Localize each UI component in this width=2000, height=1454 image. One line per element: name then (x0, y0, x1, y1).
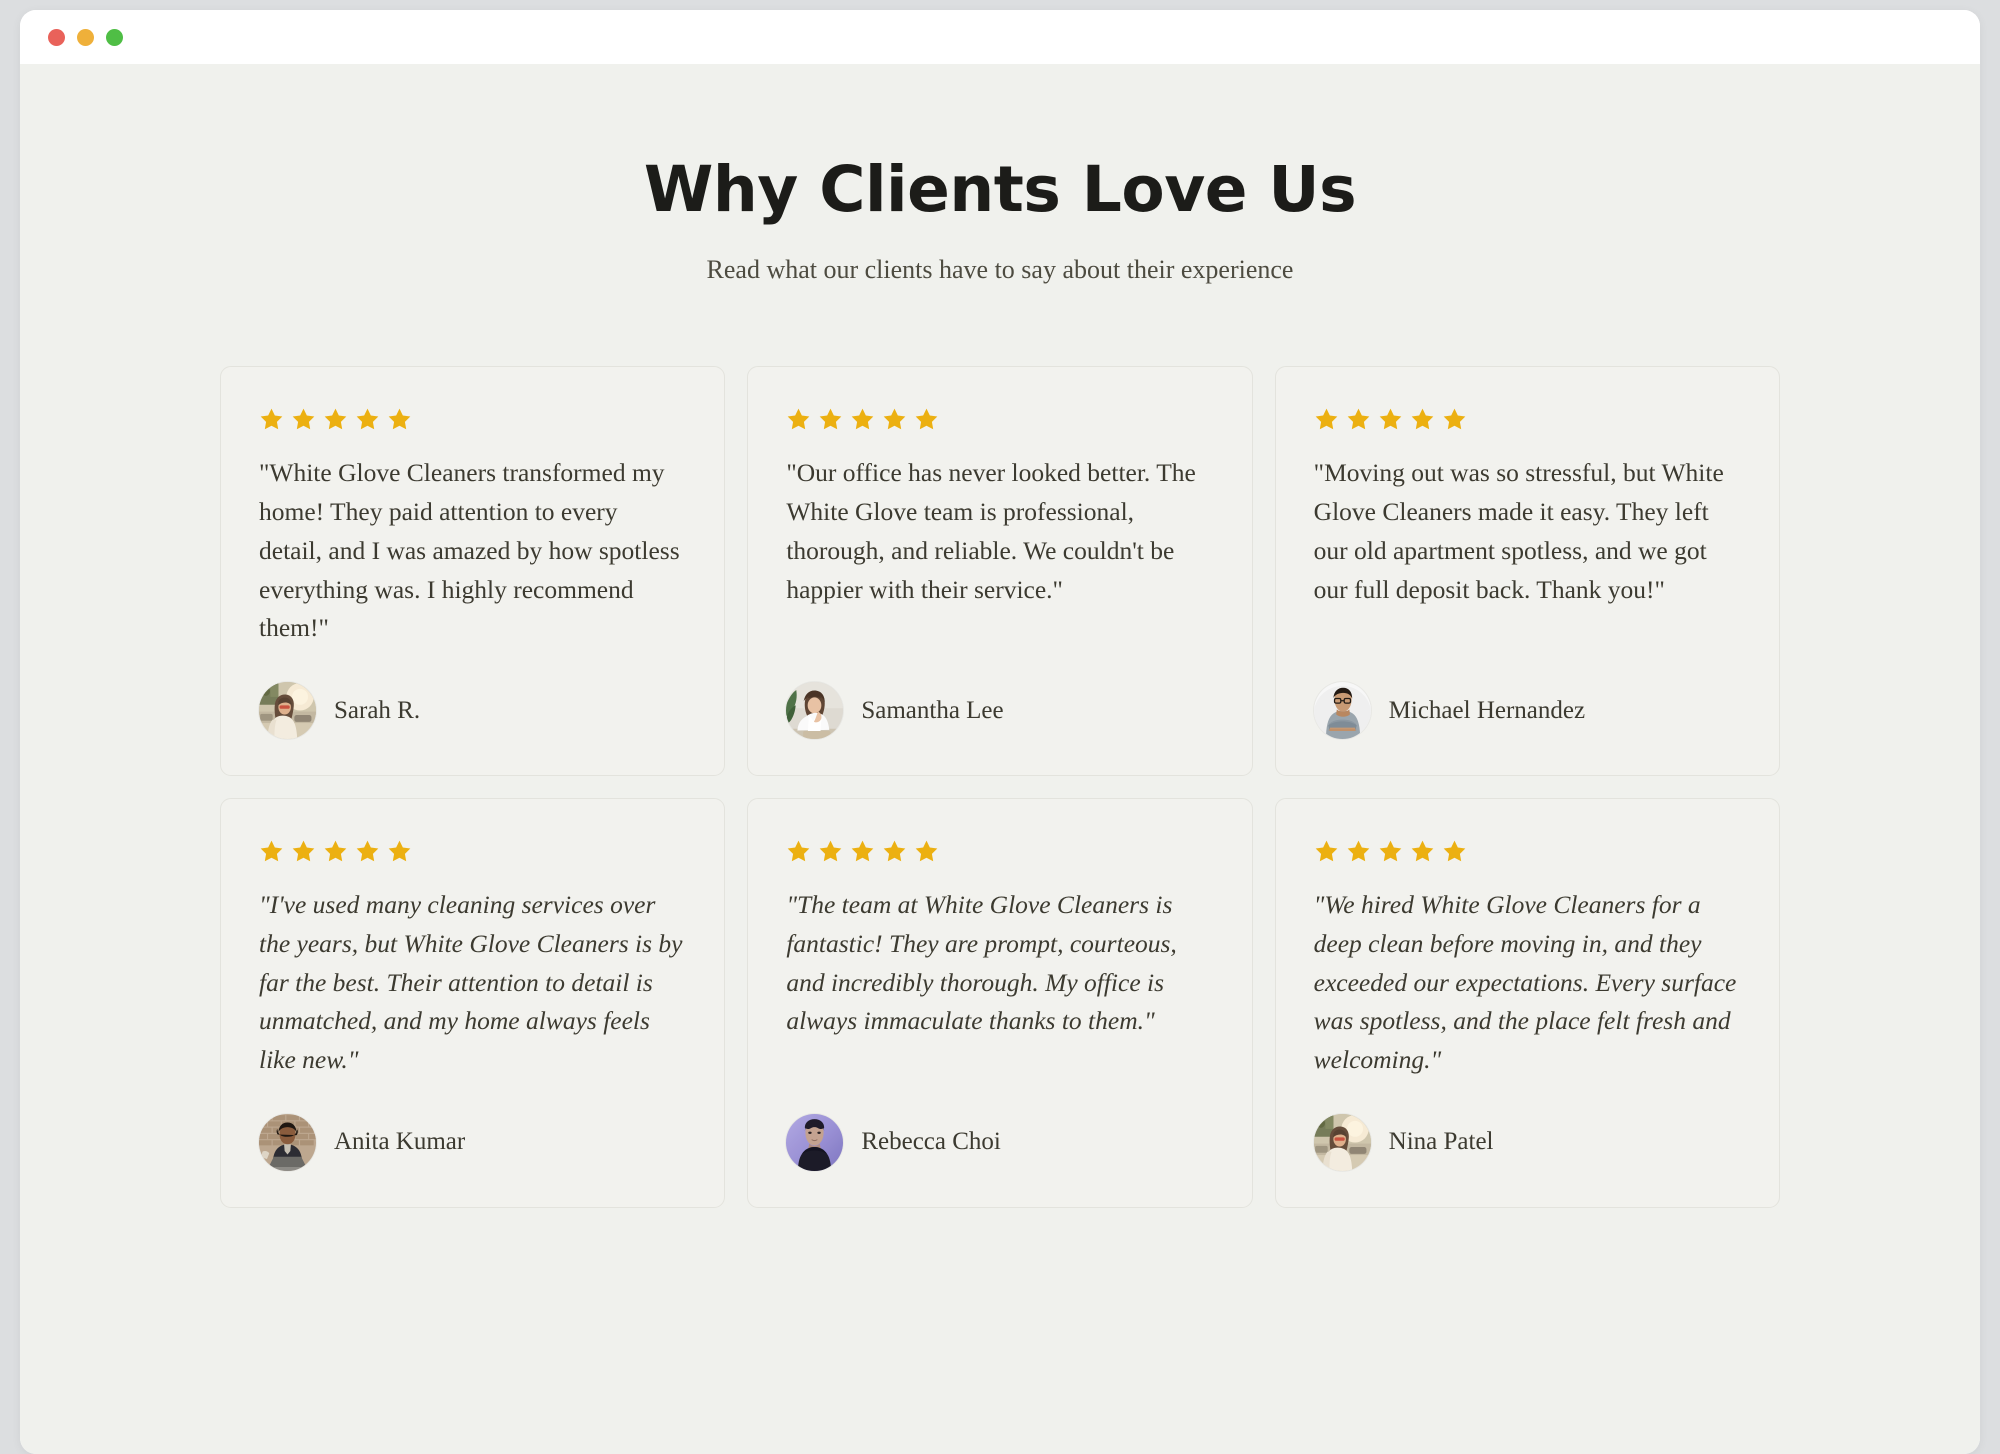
author-name: Samantha Lee (861, 696, 1004, 724)
author-name: Anita Kumar (334, 1128, 466, 1156)
star-icon (1346, 839, 1371, 864)
testimonial-quote: "White Glove Cleaners transformed my hom… (259, 458, 680, 643)
author-name: Nina Patel (1388, 1128, 1494, 1156)
testimonial-quote: "We hired White Glove Cleaners for a dee… (1313, 890, 1737, 1075)
testimonial-author: Rebecca Choi (786, 1100, 1213, 1171)
star-icon (259, 407, 284, 432)
rating-stars (259, 407, 686, 432)
rating-stars (786, 407, 1213, 432)
star-icon (1314, 839, 1339, 864)
author-name: Michael Hernandez (1388, 696, 1586, 724)
star-icon (850, 407, 875, 432)
testimonials-grid: "White Glove Cleaners transformed my hom… (220, 366, 1780, 1208)
testimonial-quote: "Moving out was so stressful, but White … (1313, 458, 1724, 604)
testimonial-card: "White Glove Cleaners transformed my hom… (220, 366, 726, 777)
testimonial-author: Sarah R. (259, 668, 686, 740)
testimonial-card: "We hired White Glove Cleaners for a dee… (1274, 798, 1780, 1208)
star-icon (291, 839, 316, 864)
star-icon (818, 407, 843, 432)
star-icon (914, 839, 939, 864)
star-icon (355, 839, 380, 864)
testimonial-author: Anita Kumar (259, 1100, 686, 1171)
rating-stars (786, 839, 1213, 864)
rating-stars (1314, 839, 1741, 864)
avatar (1313, 682, 1371, 740)
star-icon (914, 407, 939, 432)
star-icon (1410, 407, 1435, 432)
avatar (1313, 1113, 1371, 1171)
star-icon (259, 839, 284, 864)
star-icon (850, 839, 875, 864)
star-icon (818, 839, 843, 864)
star-icon (323, 839, 348, 864)
testimonial-quote: "The team at White Glove Cleaners is fan… (786, 890, 1177, 1036)
testimonial-author: Samantha Lee (786, 668, 1213, 740)
author-name: Sarah R. (334, 696, 421, 724)
star-icon (355, 407, 380, 432)
star-icon (882, 839, 907, 864)
browser-titlebar (20, 10, 1980, 64)
rating-stars (259, 839, 686, 864)
star-icon (882, 407, 907, 432)
testimonial-card: "I've used many cleaning services over t… (220, 798, 726, 1208)
star-icon (291, 407, 316, 432)
testimonial-card: "The team at White Glove Cleaners is fan… (747, 798, 1253, 1208)
testimonial-quote: "I've used many cleaning services over t… (259, 890, 683, 1075)
avatar (786, 1113, 844, 1171)
avatar (259, 1113, 316, 1171)
star-icon (323, 407, 348, 432)
testimonial-card: "Moving out was so stressful, but White … (1274, 366, 1780, 777)
star-icon (1442, 407, 1467, 432)
page-viewport[interactable]: Why Clients Love Us Read what our client… (20, 64, 1980, 1454)
page-title: Why Clients Love Us (643, 153, 1357, 226)
star-icon (1314, 407, 1339, 432)
author-name: Rebecca Choi (861, 1128, 1001, 1156)
star-icon (786, 407, 811, 432)
maximize-window-button[interactable] (106, 28, 123, 46)
avatar (259, 682, 316, 740)
testimonial-author: Michael Hernandez (1313, 668, 1741, 740)
rating-stars (1314, 407, 1741, 432)
star-icon (387, 407, 412, 432)
browser-window: Why Clients Love Us Read what our client… (20, 10, 1980, 1454)
star-icon (1410, 839, 1435, 864)
star-icon (1346, 407, 1371, 432)
star-icon (387, 839, 412, 864)
star-icon (1378, 407, 1403, 432)
close-window-button[interactable] (48, 28, 65, 46)
minimize-window-button[interactable] (77, 28, 94, 46)
star-icon (1378, 839, 1403, 864)
testimonial-card: "Our office has never looked better. The… (747, 366, 1253, 777)
testimonial-author: Nina Patel (1313, 1100, 1741, 1171)
avatar (786, 682, 844, 740)
page-subtitle: Read what our clients have to say about … (706, 255, 1294, 285)
section-header: Why Clients Love Us Read what our client… (20, 153, 1980, 288)
star-icon (786, 839, 811, 864)
window-controls (48, 28, 123, 46)
testimonial-quote: "Our office has never looked better. The… (786, 458, 1196, 604)
testimonials-page: Why Clients Love Us Read what our client… (20, 64, 1980, 1208)
star-icon (1442, 839, 1467, 864)
